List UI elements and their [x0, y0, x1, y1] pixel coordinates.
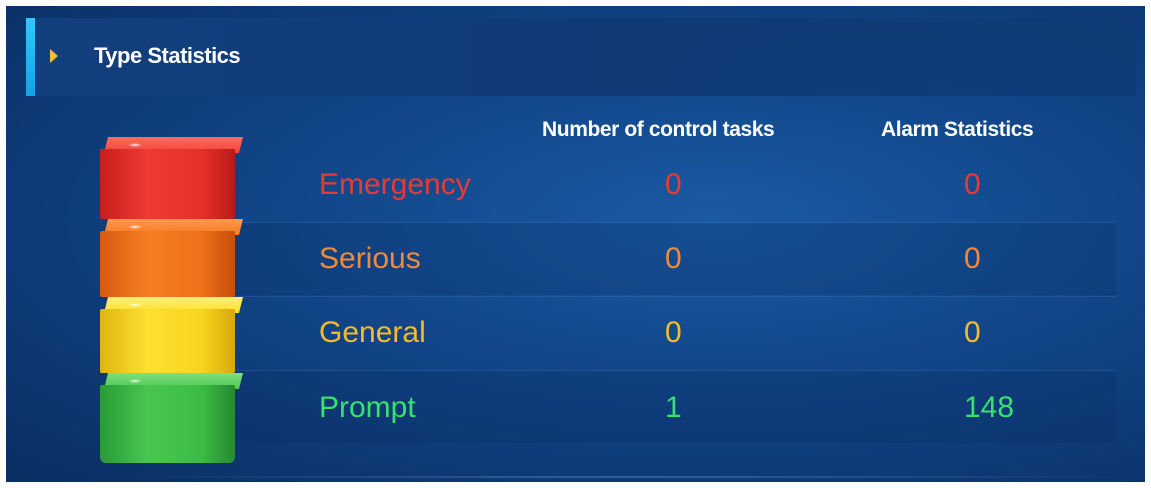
- table-row-serious: Serious 0 0: [206, 223, 1116, 295]
- alarm-count: 0: [964, 316, 981, 349]
- emergency-level-block-icon: [100, 137, 243, 219]
- header-accent-bar: [26, 18, 35, 96]
- table-row-general: General 0 0: [206, 297, 1116, 369]
- table-row-prompt: Prompt 1 148: [206, 371, 1116, 443]
- caret-right-icon[interactable]: [50, 49, 58, 63]
- alarm-count: 0: [964, 242, 981, 275]
- control-tasks-count: 1: [665, 391, 682, 424]
- prompt-level-block-icon: [100, 373, 243, 463]
- level-label: General: [319, 316, 426, 349]
- alarm-count: 0: [964, 168, 981, 201]
- control-tasks-count: 0: [665, 242, 682, 275]
- bottom-divider: [126, 476, 1126, 478]
- alarm-count: 148: [964, 391, 1015, 424]
- control-tasks-count: 0: [665, 316, 682, 349]
- panel-header: Type Statistics: [26, 18, 1136, 96]
- panel-title: Type Statistics: [94, 43, 241, 68]
- general-level-block-icon: [100, 297, 243, 373]
- table-row-emergency: Emergency 0 0: [206, 148, 1116, 220]
- serious-level-block-icon: [100, 219, 243, 297]
- control-tasks-count: 0: [665, 168, 682, 201]
- level-label: Serious: [319, 242, 421, 275]
- level-label: Prompt: [319, 391, 416, 424]
- column-header-alarm-statistics: Alarm Statistics: [881, 118, 1034, 141]
- column-header-control-tasks: Number of control tasks: [542, 118, 775, 141]
- type-statistics-panel: Type Statistics Number of control tasks …: [6, 6, 1145, 482]
- level-label: Emergency: [319, 168, 471, 201]
